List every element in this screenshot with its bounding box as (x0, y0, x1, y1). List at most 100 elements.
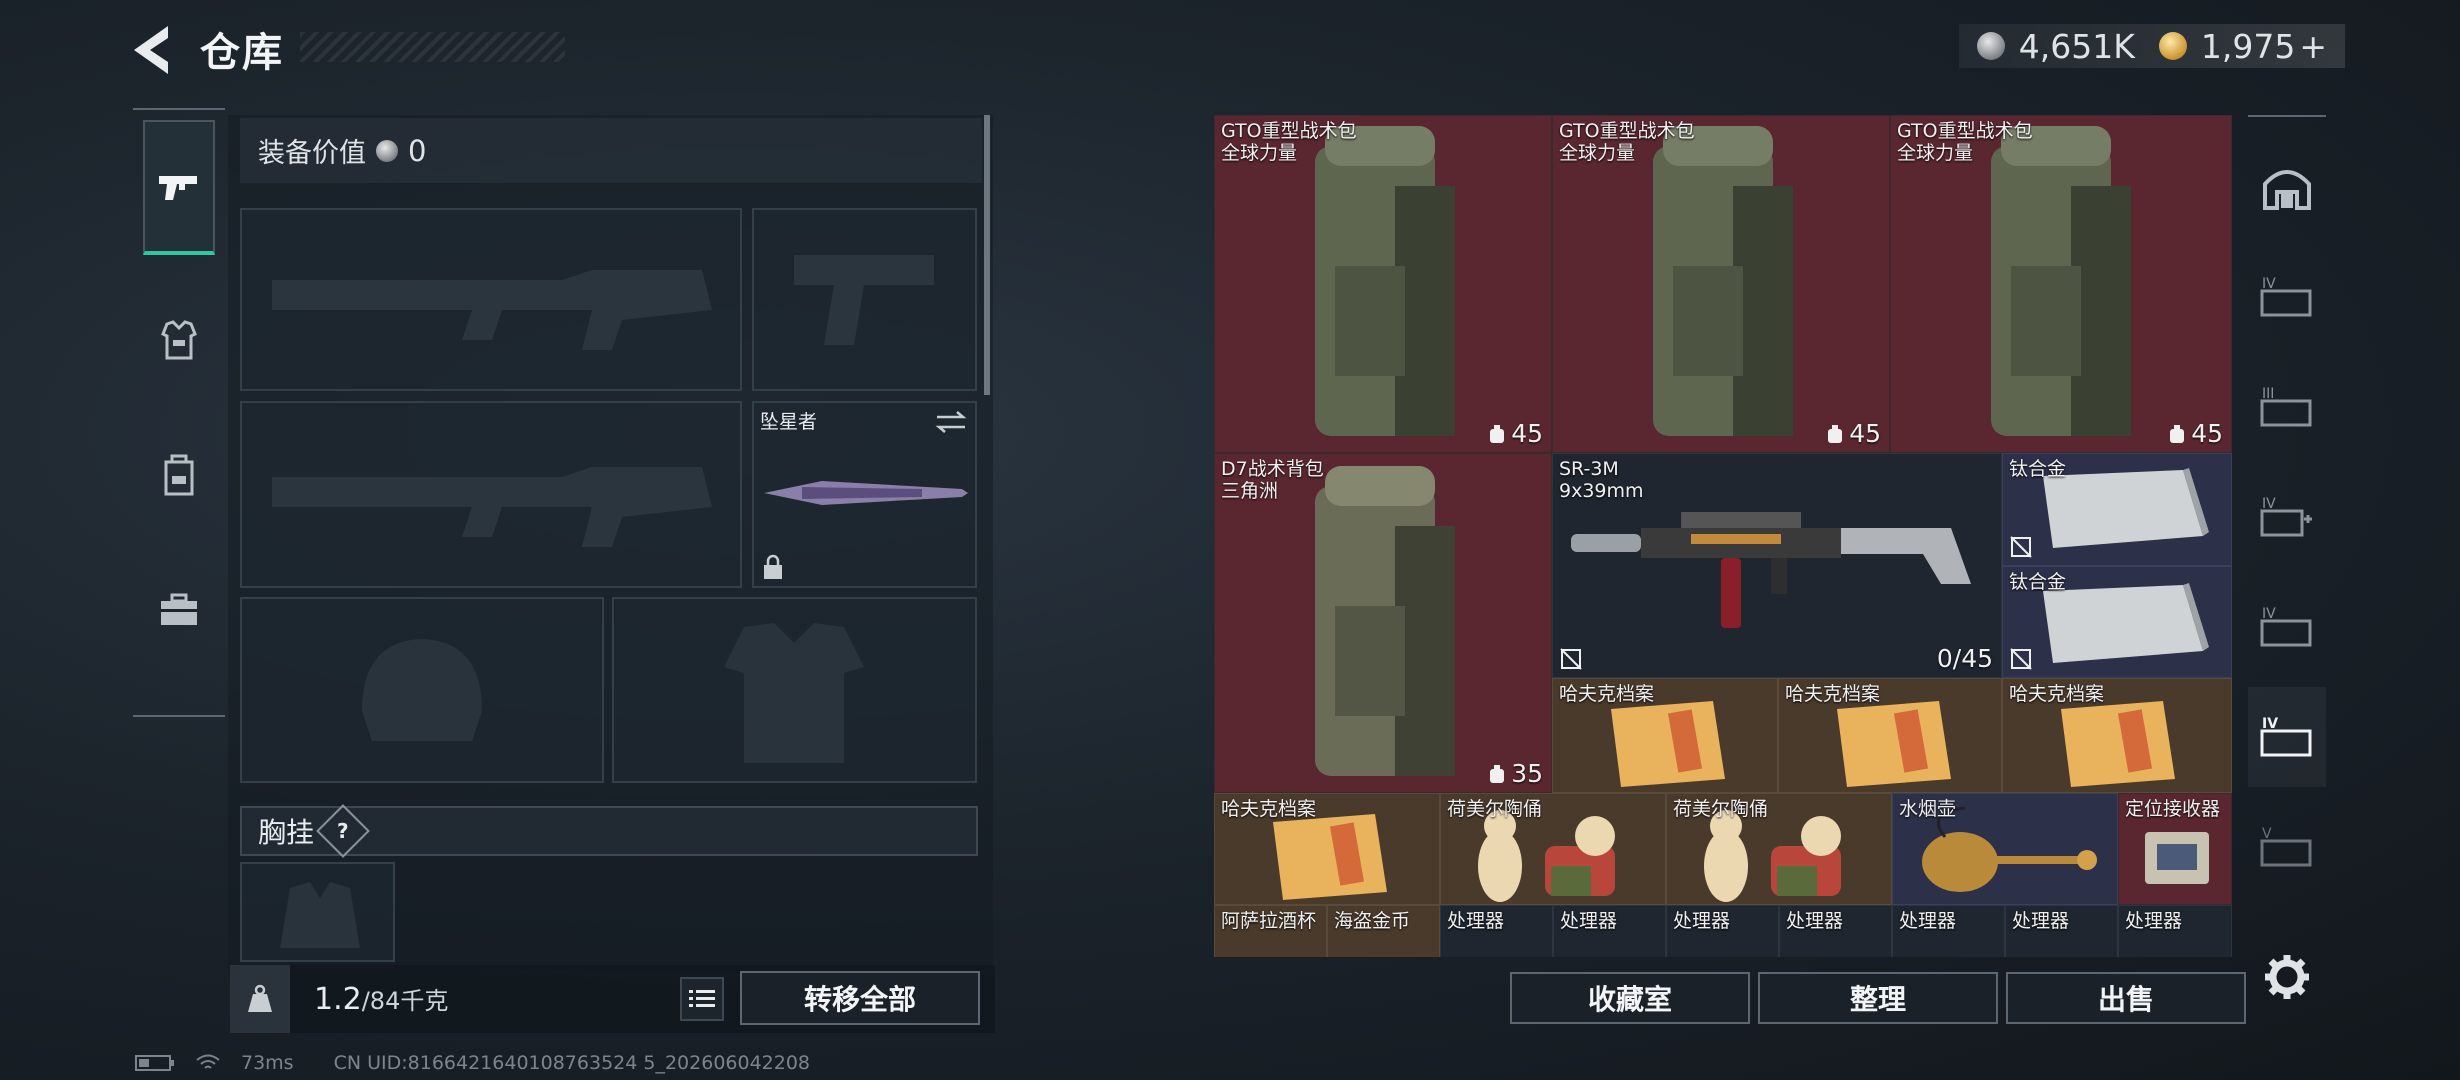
tab-storage-4d[interactable]: IV (2248, 687, 2326, 787)
item-name: 哈夫克档案 (1221, 798, 1317, 820)
grid-item[interactable]: 处理器 (1666, 905, 1779, 957)
grid-item[interactable]: 阿萨拉酒杯 (1214, 905, 1327, 957)
item-name: 处理器 (2012, 910, 2070, 932)
grid-item[interactable]: 哈夫克档案 (1214, 793, 1440, 905)
item-name: 处理器 (1899, 910, 1957, 932)
item-name: 荷美尔陶俑 (1447, 798, 1543, 820)
item-name: 阿萨拉酒杯 (1221, 910, 1317, 932)
gold-plus-button[interactable]: + (2299, 27, 2327, 66)
storage-grid: GTO重型战术包 全球力量 45 GTO重型战术包 全球力量 45 GTO重型战术包… (1214, 115, 2232, 957)
item-name: 水烟壶 (1899, 798, 1957, 820)
tab-storage-4a[interactable]: IV (2248, 247, 2326, 347)
equipment-value-amount: 0 (408, 133, 427, 168)
tab-storage-5[interactable]: V (2248, 797, 2326, 897)
storage-tier-icon: IV (2260, 606, 2312, 647)
tab-backpack[interactable] (143, 415, 215, 535)
swap-icon[interactable] (935, 411, 967, 433)
item-capacity: 45 (2168, 419, 2223, 448)
grid-item[interactable]: GTO重型战术包 全球力量 45 (1552, 115, 1890, 453)
tab-storage-home[interactable] (2248, 137, 2326, 237)
gear-icon (2265, 955, 2309, 999)
tab-case[interactable] (143, 550, 215, 670)
equipment-value-label: 装备价值 (258, 138, 366, 169)
no-insure-icon (2010, 648, 2032, 670)
item-capacity: 45 (1826, 419, 1881, 448)
grid-item[interactable]: 定位接收器 (2118, 793, 2232, 905)
list-view-button[interactable] (680, 977, 724, 1021)
grid-item[interactable]: 水烟壶 (1892, 793, 2118, 905)
svg-text:IV: IV (2262, 276, 2276, 292)
sidearm-slot[interactable] (752, 208, 977, 391)
grid-item[interactable]: 钛合金 (2002, 566, 2232, 678)
grid-item[interactable]: 处理器 (1553, 905, 1666, 957)
figurine-icon (1478, 810, 1615, 902)
grid-item[interactable]: 哈夫克档案 (2002, 678, 2232, 793)
tab-storage-4b[interactable]: IV (2248, 467, 2326, 567)
backpack-item-icon (1315, 126, 1455, 436)
armor-silhouette-icon (724, 623, 864, 763)
grid-item[interactable]: 海盗金币 (1327, 905, 1440, 957)
tab-armor[interactable] (143, 280, 215, 400)
settings-button[interactable] (2262, 952, 2312, 1002)
grid-item[interactable]: 荷美尔陶俑 (1440, 793, 1666, 905)
helmet-slot[interactable] (240, 597, 604, 783)
status-bar: 73ms CN UID:8166421640108763524 5_202606… (135, 1052, 810, 1074)
document-icon (2061, 701, 2175, 787)
storage-tier-icon: IV (2260, 496, 2312, 537)
grid-item[interactable]: 处理器 (1779, 905, 1892, 957)
body-armor-slot[interactable] (612, 597, 977, 783)
grid-item[interactable]: 处理器 (1440, 905, 1553, 957)
equipment-scrollbar[interactable] (984, 115, 990, 395)
grid-item[interactable]: 处理器 (2118, 905, 2232, 957)
item-name: 处理器 (1673, 910, 1731, 932)
tab-storage-3[interactable]: III (2248, 357, 2326, 457)
help-button[interactable]: ? (316, 804, 370, 858)
melee-name: 坠星者 (760, 411, 818, 433)
grid-item[interactable]: 处理器 (1892, 905, 2005, 957)
rifle-silhouette-icon (272, 270, 712, 350)
backpack-item-icon (1653, 126, 1793, 436)
svg-text:IV: IV (2262, 606, 2276, 622)
figurine-icon (1704, 810, 1841, 902)
grid-item[interactable]: 荷美尔陶俑 (1666, 793, 1892, 905)
item-name: 处理器 (1447, 910, 1505, 932)
back-button[interactable] (128, 22, 180, 78)
backpack-small-icon (2170, 424, 2185, 443)
category-tab-bar (133, 108, 225, 717)
battery-icon (135, 1055, 174, 1071)
weight-max: /84千克 (361, 987, 449, 1015)
backpack-item-icon (1315, 466, 1455, 776)
primary-weapon-slot[interactable] (240, 208, 742, 391)
grid-item[interactable]: SR-3M 9x39mm 0/45 (1552, 453, 2002, 678)
currency-bar: 4,651K 1,975 + (1958, 24, 2345, 68)
tab-storage-4c[interactable]: IV (2248, 577, 2326, 677)
item-name: GTO重型战术包 全球力量 (1897, 120, 2033, 164)
item-name: GTO重型战术包 全球力量 (1559, 120, 1695, 164)
silver-amount: 4,651K (2018, 26, 2135, 66)
document-icon (1273, 814, 1387, 900)
pistol-silhouette-icon (794, 255, 934, 345)
grid-item[interactable]: D7战术背包 三角洲 35 (1214, 453, 1552, 793)
tab-weapons[interactable] (143, 120, 215, 255)
grid-item[interactable]: GTO重型战术包 全球力量 45 (1890, 115, 2232, 453)
storage-tier-icon: IV (2260, 716, 2312, 757)
melee-slot[interactable]: 坠星者 (752, 401, 977, 588)
sell-button[interactable]: 出售 (2006, 972, 2246, 1024)
transfer-all-button[interactable]: 转移全部 (740, 971, 980, 1025)
grid-item[interactable]: 哈夫克档案 (1778, 678, 2002, 793)
grid-item[interactable]: 哈夫克档案 (1552, 678, 1778, 793)
chest-rig-slot[interactable] (240, 862, 395, 962)
item-name: D7战术背包 三角洲 (1221, 458, 1324, 502)
grid-item[interactable]: GTO重型战术包 全球力量 45 (1214, 115, 1552, 453)
backpack-small-icon (1828, 424, 1843, 443)
storage-tier-icon: V (2260, 826, 2312, 867)
grid-item[interactable]: 处理器 (2005, 905, 2118, 957)
organize-button[interactable]: 整理 (1758, 972, 1998, 1024)
item-name: 哈夫克档案 (1785, 683, 1881, 705)
help-icon: ? (337, 818, 349, 843)
wifi-icon (196, 1054, 220, 1069)
melee-knife-icon (764, 481, 968, 505)
grid-item[interactable]: 钛合金 (2002, 453, 2232, 566)
collection-room-button[interactable]: 收藏室 (1510, 972, 1750, 1024)
secondary-weapon-slot[interactable] (240, 401, 742, 588)
